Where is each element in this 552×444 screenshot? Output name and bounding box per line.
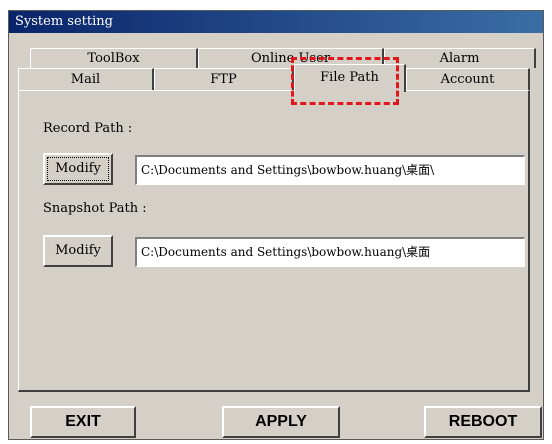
record-modify-button[interactable]: Modify xyxy=(43,153,113,185)
snapshot-modify-button[interactable]: Modify xyxy=(43,235,113,267)
record-path-field[interactable]: C:\Documents and Settings\bowbow.huang\桌… xyxy=(135,155,525,185)
record-path-label: Record Path : xyxy=(43,121,133,136)
file-path-panel: Record Path : Modify C:\Documents and Se… xyxy=(18,90,530,392)
tab-alarm[interactable]: Alarm xyxy=(384,48,536,68)
tab-toolbox[interactable]: ToolBox xyxy=(30,48,198,68)
snapshot-path-field[interactable]: C:\Documents and Settings\bowbow.huang\桌… xyxy=(135,237,525,267)
snapshot-path-label: Snapshot Path : xyxy=(43,201,147,216)
active-tab-highlight xyxy=(291,57,399,105)
exit-button[interactable]: EXIT xyxy=(30,406,136,438)
window-titlebar[interactable]: System setting xyxy=(9,11,543,33)
tab-ftp[interactable]: FTP xyxy=(154,68,294,90)
tab-mail[interactable]: Mail xyxy=(18,68,154,90)
tab-account[interactable]: Account xyxy=(406,68,530,90)
reboot-button[interactable]: REBOOT xyxy=(424,406,542,438)
apply-button[interactable]: APPLY xyxy=(222,406,340,438)
